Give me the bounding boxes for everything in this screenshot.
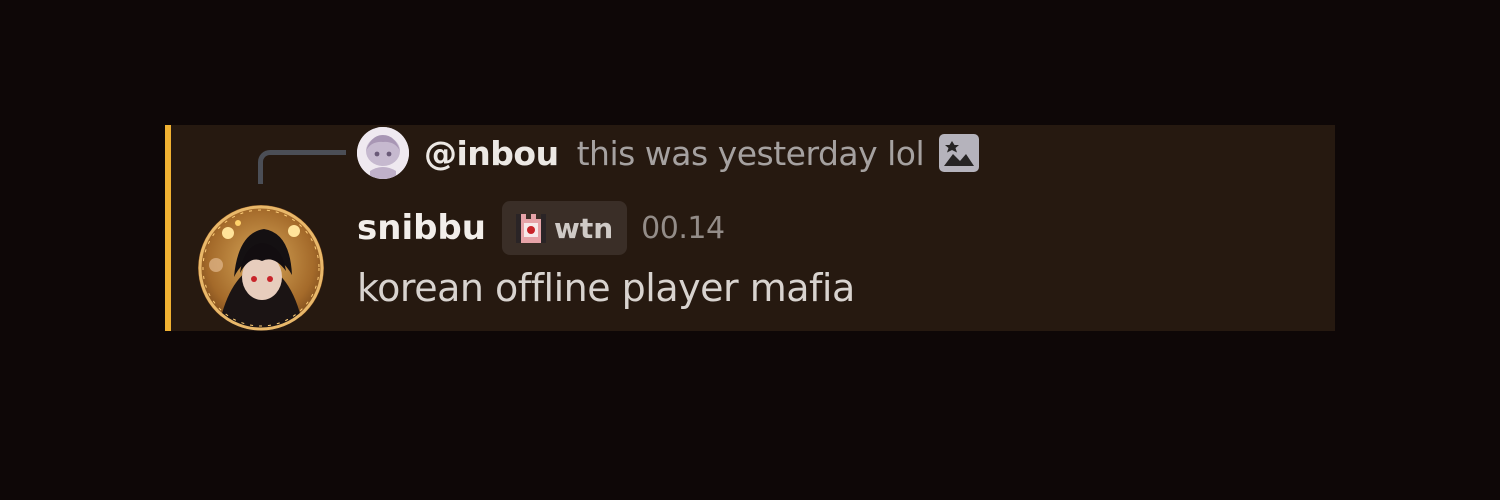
message-content: korean offline player mafia [357,266,855,310]
tag-castle-icon [514,211,548,245]
reply-content[interactable]: this was yesterday lol [577,134,925,173]
reply-spine [258,150,346,184]
tag-label: wtn [553,211,614,245]
reply-author-name[interactable]: @inbou [424,134,559,173]
message-timestamp[interactable]: 00.14 [641,211,725,246]
mention-highlight-bar [165,125,171,331]
author-username[interactable]: snibbu [357,208,486,248]
reply-preview[interactable]: @inbou this was yesterday lol [357,127,980,179]
author-avatar[interactable] [198,205,324,331]
image-icon [938,133,980,173]
message-header: snibbu wtn 00.14 [357,200,725,256]
message-item[interactable]: @inbou this was yesterday lol snibbu wtn… [165,125,1335,331]
reply-author-avatar[interactable] [357,127,409,179]
server-tag[interactable]: wtn [501,201,628,255]
